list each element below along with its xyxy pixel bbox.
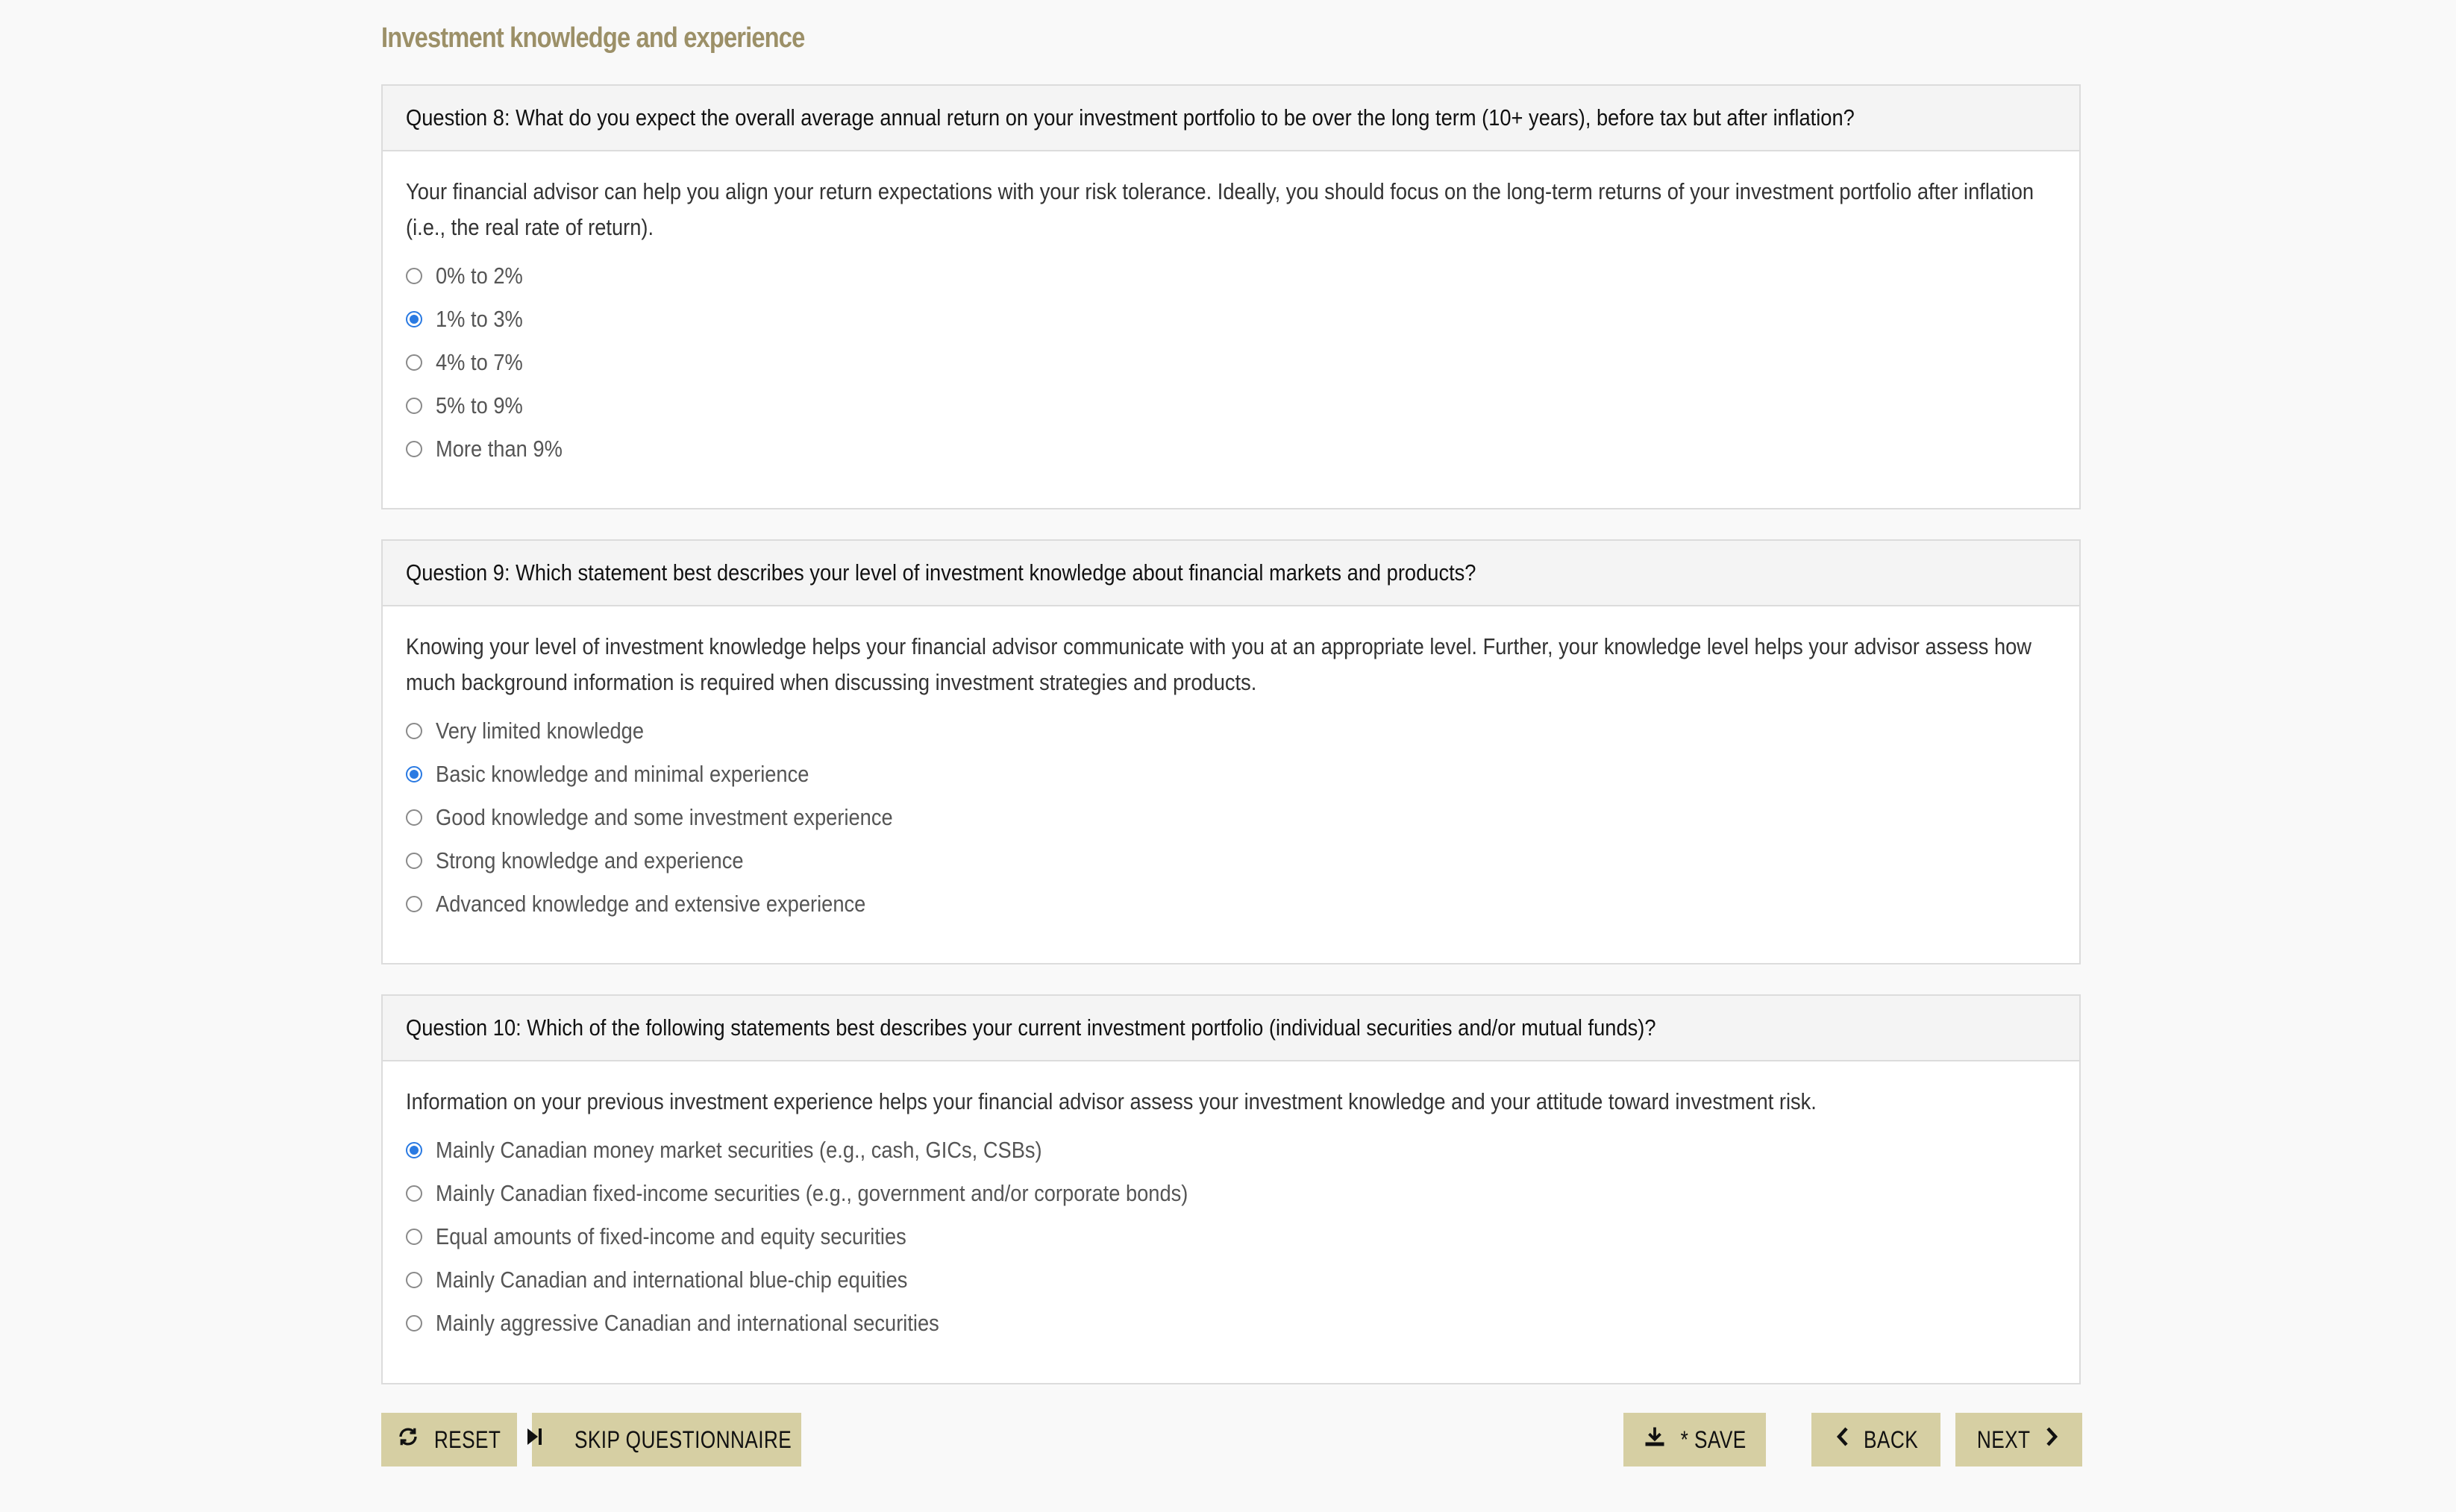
question-header: Question 9: Which statement best describ…	[383, 541, 2079, 606]
option-q9-0[interactable]: Very limited knowledge	[406, 709, 2056, 753]
skip-forward-icon	[525, 1427, 543, 1452]
option-label: Advanced knowledge and extensive experie…	[436, 891, 866, 917]
question-panel-10: Question 10: Which of the following stat…	[381, 994, 2081, 1384]
radio-button[interactable]	[406, 268, 422, 284]
radio-button[interactable]	[406, 896, 422, 912]
option-label: Very limited knowledge	[436, 718, 645, 744]
radio-button[interactable]	[406, 766, 422, 782]
radio-button[interactable]	[406, 1229, 422, 1245]
radio-button[interactable]	[406, 1185, 422, 1202]
option-q8-1[interactable]: 1% to 3%	[406, 298, 2056, 341]
section-title: Investment knowledge and experience	[381, 22, 805, 54]
option-label: 4% to 7%	[436, 349, 523, 375]
option-q9-2[interactable]: Good knowledge and some investment exper…	[406, 796, 2056, 839]
skip-label: SKIP QUESTIONNAIRE	[574, 1425, 792, 1453]
download-icon	[1644, 1425, 1666, 1454]
question-header: Question 10: Which of the following stat…	[383, 996, 2079, 1061]
option-label: Basic knowledge and minimal experience	[436, 761, 809, 787]
question-title: Question 9: Which statement best describ…	[406, 559, 1476, 586]
option-q10-3[interactable]: Mainly Canadian and international blue-c…	[406, 1258, 2056, 1302]
option-q9-3[interactable]: Strong knowledge and experience	[406, 839, 2056, 882]
radio-button[interactable]	[406, 1272, 422, 1288]
option-q9-1[interactable]: Basic knowledge and minimal experience	[406, 753, 2056, 796]
save-button[interactable]: * SAVE	[1623, 1413, 1766, 1466]
option-q9-4[interactable]: Advanced knowledge and extensive experie…	[406, 882, 2056, 926]
option-label: Good knowledge and some investment exper…	[436, 804, 893, 830]
refresh-icon	[397, 1425, 419, 1454]
option-label: 0% to 2%	[436, 263, 523, 289]
radio-button[interactable]	[406, 1315, 422, 1331]
next-button[interactable]: NEXT	[1955, 1413, 2082, 1466]
option-q10-0[interactable]: Mainly Canadian money market securities …	[406, 1129, 2056, 1172]
radio-button[interactable]	[406, 809, 422, 826]
question-title: Question 8: What do you expect the overa…	[406, 104, 1855, 131]
option-label: More than 9%	[436, 436, 563, 462]
option-q8-0[interactable]: 0% to 2%	[406, 254, 2056, 298]
back-label: BACK	[1863, 1425, 1919, 1453]
option-label: 1% to 3%	[436, 306, 523, 332]
radio-button[interactable]	[406, 354, 422, 371]
question-header: Question 8: What do you expect the overa…	[383, 86, 2079, 151]
question-description: Information on your previous investment …	[406, 1088, 1817, 1114]
radio-button[interactable]	[406, 1142, 422, 1158]
chevron-left-icon	[1835, 1426, 1850, 1453]
option-q8-4[interactable]: More than 9%	[406, 427, 2056, 471]
radio-button[interactable]	[406, 853, 422, 869]
question-panel-8: Question 8: What do you expect the overa…	[381, 84, 2081, 509]
question-description: Your financial advisor can help you alig…	[406, 178, 2034, 240]
option-label: Mainly Canadian and international blue-c…	[436, 1267, 908, 1293]
question-title: Question 10: Which of the following stat…	[406, 1014, 1656, 1041]
option-q10-1[interactable]: Mainly Canadian fixed-income securities …	[406, 1172, 2056, 1215]
option-label: Equal amounts of fixed-income and equity…	[436, 1223, 906, 1249]
option-q8-3[interactable]: 5% to 9%	[406, 384, 2056, 427]
save-label: * SAVE	[1680, 1425, 1747, 1453]
option-label: Mainly Canadian money market securities …	[436, 1137, 1042, 1163]
option-label: 5% to 9%	[436, 392, 523, 418]
option-label: Strong knowledge and experience	[436, 847, 744, 873]
question-description: Knowing your level of investment knowled…	[406, 633, 2032, 695]
chevron-right-icon	[2044, 1426, 2059, 1453]
option-q10-2[interactable]: Equal amounts of fixed-income and equity…	[406, 1215, 2056, 1258]
radio-button[interactable]	[406, 723, 422, 739]
option-label: Mainly aggressive Canadian and internati…	[436, 1310, 939, 1336]
next-label: NEXT	[1977, 1425, 2031, 1453]
option-q10-4[interactable]: Mainly aggressive Canadian and internati…	[406, 1302, 2056, 1345]
question-panel-9: Question 9: Which statement best describ…	[381, 539, 2081, 964]
radio-button[interactable]	[406, 311, 422, 327]
skip-questionnaire-button[interactable]: SKIP QUESTIONNAIRE	[527, 1413, 801, 1466]
radio-button[interactable]	[406, 441, 422, 457]
radio-button[interactable]	[406, 398, 422, 414]
option-q8-2[interactable]: 4% to 7%	[406, 341, 2056, 384]
back-button[interactable]: BACK	[1811, 1413, 1940, 1466]
option-label: Mainly Canadian fixed-income securities …	[436, 1180, 1188, 1206]
reset-label: RESET	[434, 1425, 501, 1453]
reset-button[interactable]: RESET	[381, 1413, 517, 1466]
